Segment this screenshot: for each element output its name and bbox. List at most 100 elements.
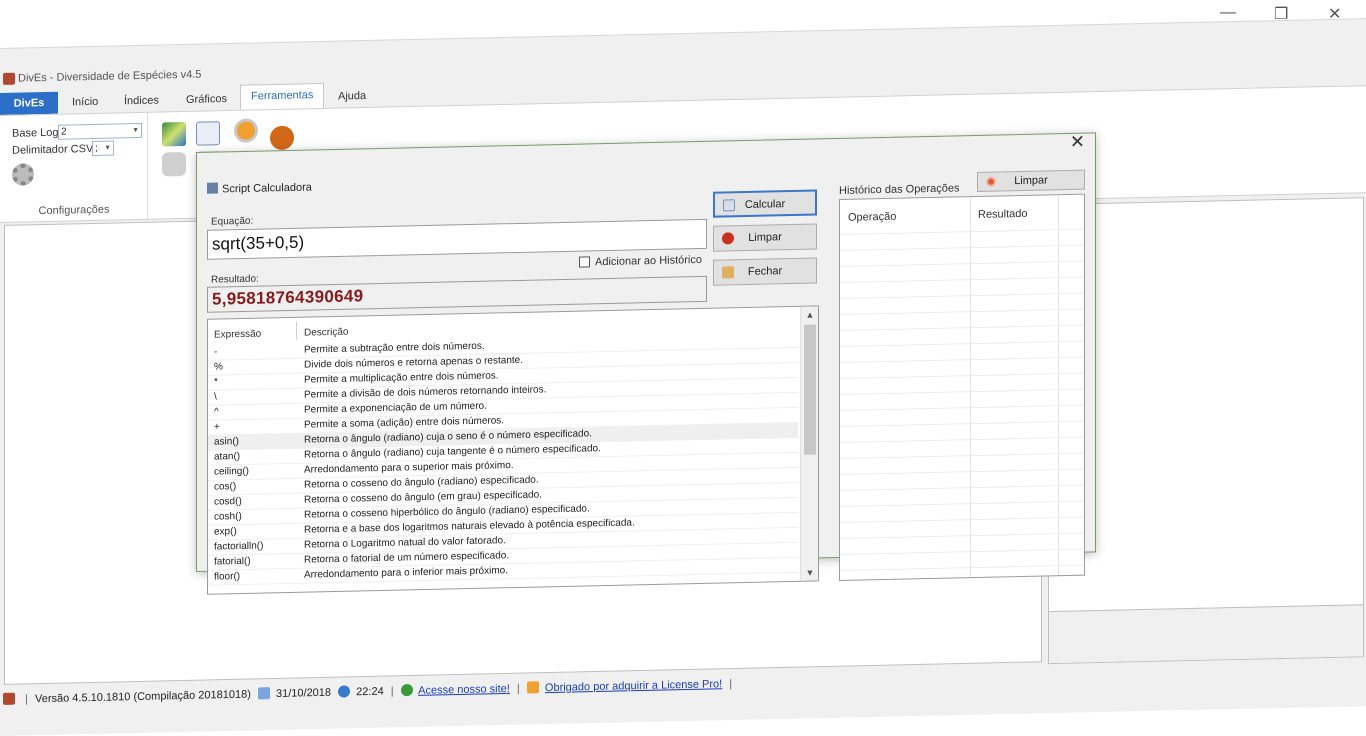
description-cell: Retorna o fatorial de um número especifi… [304,550,510,566]
history-row-line [840,356,1084,363]
expression-cell: % [214,361,223,373]
history-row-line [840,452,1084,459]
description-cell: Retorna o cosseno do ângulo (radiano) es… [304,474,539,491]
history-row-line [840,404,1084,411]
app-logo-icon [3,72,15,85]
expression-cell: factorialln() [214,540,264,553]
history-row-line [840,500,1084,507]
exit-icon [722,266,734,279]
notepad-edit-icon[interactable] [196,121,220,146]
scroll-down-icon[interactable]: ▼ [801,567,819,578]
functions-table: Expressão Descrição - Permite a subtração… [207,305,819,595]
expression-cell: atan() [214,451,241,463]
time-text: 22:24 [356,685,384,699]
expression-cell: fatorial() [214,555,251,568]
config-group: Base Log: 2 ▼ Delimitador CSV: ; ▼ Confi… [0,112,148,224]
calendar-icon [257,687,270,700]
result-output: 5,95818764390649 [207,275,707,313]
app-title: DivEs - Diversidade de Espécies v4.5 [18,68,202,85]
description-cell: Permite a soma (adição) entre dois númer… [304,415,505,431]
site-link[interactable]: Acesse nosso site! [418,683,510,697]
history-row-line [840,228,1084,235]
calculator-icon [207,182,218,194]
tab-inicio[interactable]: Início [62,91,108,114]
csv-delimiter-value: ; [95,142,98,154]
expression-cell: + [214,421,220,433]
calculate-button[interactable]: Calcular [713,189,817,218]
date-text: 31/10/2018 [275,686,332,700]
close-icon[interactable]: ✕ [1070,132,1085,153]
side-pane-footer [1049,604,1363,664]
bug-icon[interactable] [270,125,294,151]
expression-cell: ceiling() [214,465,250,478]
history-clear-label: Limpar [1014,174,1048,188]
csv-delimiter-select[interactable]: ; ▼ [92,140,114,156]
description-cell: Divide dois números e retorna apenas o r… [304,354,524,371]
column-divider [296,321,297,340]
checkbox-box[interactable] [579,256,590,268]
history-row-line [840,548,1084,555]
expression-cell: floor() [214,571,241,583]
base-log-select[interactable]: 2 ▼ [58,122,142,140]
tab-graficos[interactable]: Gráficos [176,88,237,111]
calculate-label: Calcular [744,198,786,212]
description-cell: Retorna o cosseno do ângulo (em grau) es… [304,489,542,506]
description-cell: Arredondamento para o superior mais próx… [304,460,514,476]
functions-scrollbar[interactable]: ▲ ▼ [800,306,819,581]
history-table: Operação Resultado [839,193,1085,581]
scroll-thumb[interactable] [804,324,816,455]
history-clear-button[interactable]: Limpar [977,169,1085,192]
header-operation: Operação [848,210,897,224]
scroll-up-icon[interactable]: ▲ [801,309,819,320]
search-tool-icon[interactable] [234,118,258,143]
database-icon[interactable] [162,151,186,177]
chevron-down-icon: ▼ [132,126,139,135]
globe-icon [400,683,413,697]
history-row-line [840,420,1084,427]
header-result: Resultado [978,207,1028,221]
equation-input[interactable]: sqrt(35+0,5) [207,218,707,260]
expression-cell: cos() [214,481,237,493]
tab-dives[interactable]: DivEs [0,91,58,115]
functions-rows: - Permite a subtração entre dois números.… [208,332,798,586]
history-row-line [840,468,1084,475]
add-history-label: Adicionar ao Histórico [595,253,702,269]
license-icon [526,681,539,694]
minimize-button[interactable]: — [1220,4,1236,22]
history-row-line [840,324,1084,331]
base-log-label: Base Log: [12,126,62,140]
dialog-title-text: Script Calculadora [222,181,312,196]
clear-button[interactable]: Limpar [713,223,817,252]
app-status-icon [3,692,15,705]
expression-cell: ^ [214,406,219,418]
tab-ajuda[interactable]: Ajuda [328,85,376,108]
calculator-icon [723,199,735,212]
tab-ferramentas[interactable]: Ferramentas [240,82,325,110]
add-history-checkbox[interactable]: Adicionar ao Histórico [579,254,702,269]
history-row-line [840,372,1084,379]
gear-icon[interactable] [12,163,34,186]
dialog-title: Script Calculadora [207,180,312,195]
equation-label: Equação: [211,215,254,228]
history-row-line [840,436,1084,443]
close-button[interactable]: Fechar [713,257,817,286]
history-row-line [840,292,1084,299]
clear-history-icon [986,176,996,187]
license-link[interactable]: Obrigado por adquirir a License Pro! [545,678,722,694]
tab-indices[interactable]: Índices [114,89,169,112]
chevron-down-icon: ▼ [104,144,111,152]
expression-cell: cosh() [214,511,242,523]
calculator-dialog: ✕ Script Calculadora Equação: sqrt(35+0,… [196,132,1096,595]
expression-cell: exp() [214,526,237,538]
history-row-line [840,276,1084,283]
chart-tool-icon[interactable] [162,121,186,147]
result-label: Resultado: [211,273,259,286]
history-row-line [840,516,1084,523]
base-log-value: 2 [61,126,67,138]
clock-icon [338,685,351,698]
history-row-line [840,564,1084,571]
history-row-line [840,340,1084,347]
history-row-line [840,308,1084,315]
expression-cell: cosd() [214,496,242,508]
close-label: Fechar [747,265,783,278]
